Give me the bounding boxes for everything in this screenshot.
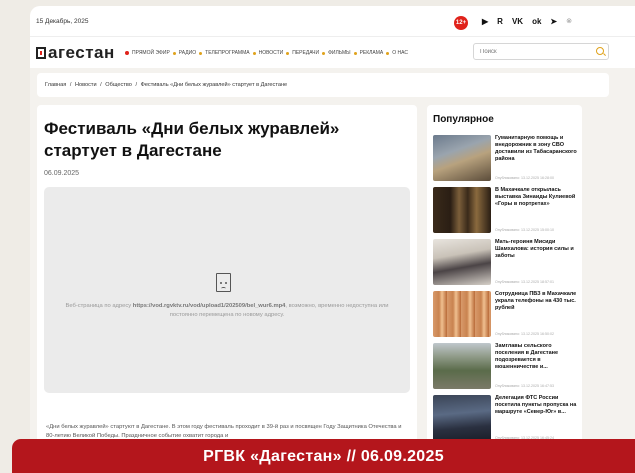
news-headline[interactable]: Гуманитарную помощь и внедорожник в зону…	[495, 135, 579, 163]
news-headline[interactable]: Сотрудница ПВЗ в Махачкале украла телефо…	[495, 291, 579, 312]
article-date: 06.09.2025	[44, 170, 80, 177]
breadcrumb: Главная / Новости / Общество / Фестиваль…	[37, 73, 609, 97]
news-time: Опубликовано: 13.12.2025 16:28:00	[495, 176, 555, 180]
separator-dot-icon	[199, 51, 203, 55]
news-headline[interactable]: Делегация ФТС России посетила пункты про…	[495, 395, 579, 416]
news-time: Опубликовано: 13.12.2025 15:00:10	[495, 228, 555, 232]
separator-dot-icon	[386, 51, 390, 55]
age-rating-badge: 12+	[454, 16, 468, 30]
popular-item[interactable]: Гуманитарную помощь и внедорожник в зону…	[433, 135, 579, 187]
news-headline[interactable]: Замглавы сельского поселения в Дагестане…	[495, 343, 579, 371]
live-dot-icon	[125, 51, 129, 55]
news-time: Опубликовано: 13.12.2025 16:50:02	[495, 332, 555, 336]
nav-item-ads[interactable]: РЕКЛАМА	[351, 50, 383, 56]
nav-item-films[interactable]: ФИЛЬМЫ	[319, 50, 351, 56]
nav-item-tv-program[interactable]: ТЕЛЕПРОГРАММА	[196, 50, 250, 56]
breadcrumb-society[interactable]: Общество	[105, 82, 132, 88]
separator-dot-icon	[172, 51, 176, 55]
caption-banner: РГВК «Дагестан» // 06.09.2025	[12, 439, 635, 473]
article: Фестиваль «Дни белых журавлей» стартует …	[37, 105, 417, 473]
news-thumbnail[interactable]	[433, 239, 491, 285]
separator-dot-icon	[252, 51, 256, 55]
top-bar: 15 Декабрь, 2025 12+ ▶ R VK ok ➤ ⊗	[30, 6, 635, 36]
article-title: Фестиваль «Дни белых журавлей» стартует …	[44, 119, 340, 160]
news-thumbnail[interactable]	[433, 395, 491, 441]
breadcrumb-current: Фестиваль «Дни белых журавлей» стартует …	[140, 82, 288, 88]
nav-item-about[interactable]: О НАС	[383, 50, 408, 56]
news-time: Опубликовано: 13.12.2025 16:47:53	[495, 384, 555, 388]
nav-item-radio[interactable]: РАДИО	[170, 50, 196, 56]
error-message: Веб-страница по адресу https://vod.rgvkt…	[65, 303, 389, 318]
vk-icon[interactable]: VK	[512, 17, 523, 27]
news-headline[interactable]: В Махачкале открылась выставка Зинаиды К…	[495, 187, 579, 208]
breadcrumb-news[interactable]: Новости	[75, 82, 97, 88]
youtube-icon[interactable]: ▶	[482, 17, 488, 27]
social-links: ▶ R VK ok ➤ ⊗	[482, 17, 572, 27]
rss-icon[interactable]: ⊗	[566, 17, 572, 27]
video-player[interactable]: Веб-страница по адресу https://vod.rgvkt…	[44, 187, 410, 393]
separator-dot-icon	[322, 51, 326, 55]
popular-item[interactable]: В Махачкале открылась выставка Зинаиды К…	[433, 187, 579, 239]
popular-item[interactable]: Сотрудница ПВЗ в Махачкале украла телефо…	[433, 291, 579, 343]
breadcrumb-home[interactable]: Главная	[45, 82, 66, 88]
logo-text: агестан	[48, 43, 115, 62]
popular-sidebar: Популярное Гуманитарную помощь и внедоро…	[427, 105, 582, 473]
search-icon[interactable]	[596, 47, 604, 55]
separator-dot-icon	[286, 51, 290, 55]
site-logo[interactable]: агестан	[36, 43, 115, 63]
site-header: агестан ПРЯМОЙ ЭФИР РАДИО ТЕЛЕПРОГРАММА …	[30, 36, 635, 68]
popular-item[interactable]: Мать-героиня Мисиди Шамхалова: история с…	[433, 239, 579, 291]
odnoklassniki-icon[interactable]: ok	[532, 17, 541, 27]
nav-item-news[interactable]: НОВОСТИ	[250, 50, 283, 56]
search-input[interactable]	[473, 43, 609, 60]
main-nav: ПРЯМОЙ ЭФИР РАДИО ТЕЛЕПРОГРАММА НОВОСТИ …	[122, 50, 408, 56]
video-url: https://vod.rgvktv.ru/vod/upload1/202509…	[132, 303, 286, 309]
news-time: Опубликовано: 13.12.2025 18:57:01	[495, 280, 555, 284]
news-thumbnail[interactable]	[433, 135, 491, 181]
popular-heading: Популярное	[433, 114, 494, 125]
news-thumbnail[interactable]	[433, 187, 491, 233]
logo-mark-icon	[36, 47, 46, 59]
news-thumbnail[interactable]	[433, 291, 491, 337]
browser-page: 15 Декабрь, 2025 12+ ▶ R VK ok ➤ ⊗ агест…	[30, 6, 635, 473]
separator-dot-icon	[353, 51, 357, 55]
news-headline[interactable]: Мать-героиня Мисиди Шамхалова: история с…	[495, 239, 579, 260]
telegram-icon[interactable]: ➤	[550, 17, 557, 27]
nav-item-live[interactable]: ПРЯМОЙ ЭФИР	[122, 50, 170, 56]
nav-item-shows[interactable]: ПЕРЕДАЧИ	[283, 50, 319, 56]
news-thumbnail[interactable]	[433, 343, 491, 389]
popular-item[interactable]: Замглавы сельского поселения в Дагестане…	[433, 343, 579, 395]
current-date: 15 Декабрь, 2025	[36, 18, 89, 25]
sad-document-icon	[216, 273, 231, 292]
popular-list: Гуманитарную помощь и внедорожник в зону…	[433, 135, 579, 447]
rutube-icon[interactable]: R	[497, 17, 503, 27]
